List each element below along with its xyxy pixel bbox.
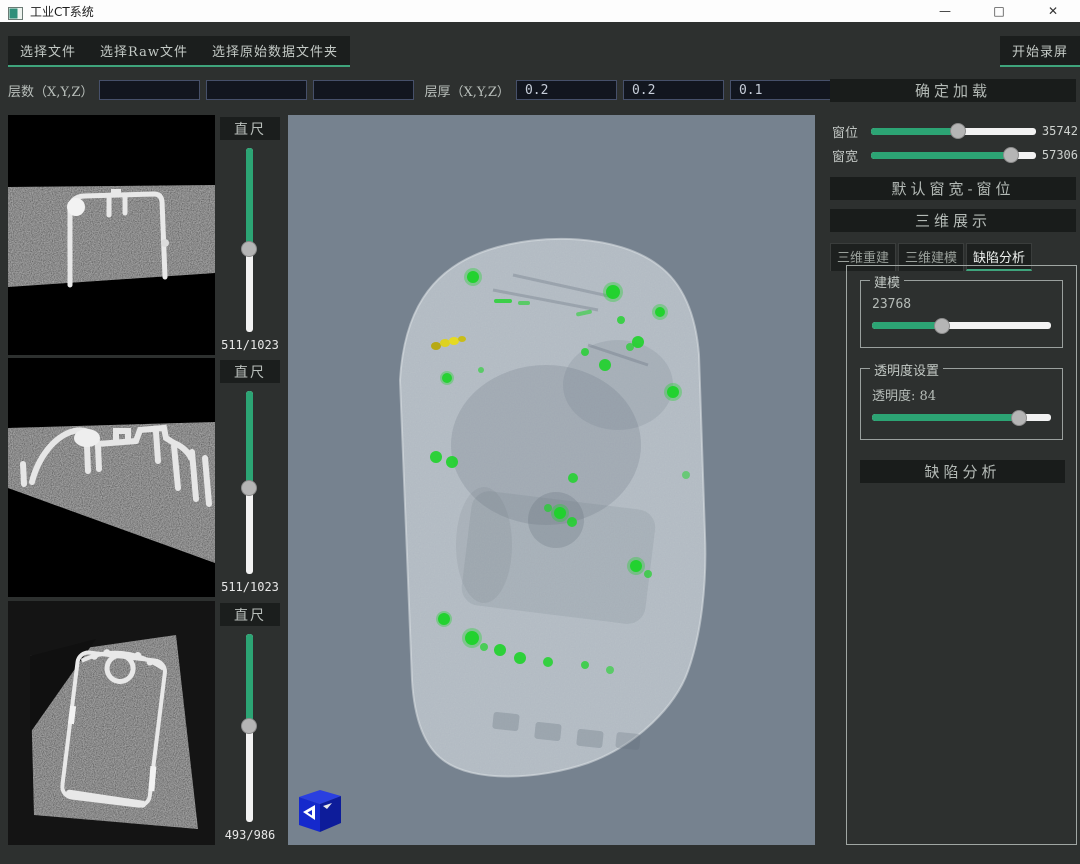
window-width-row: 窗宽 57306 — [832, 147, 1078, 163]
slice-slider-1-handle[interactable] — [241, 241, 257, 257]
window-width-slider[interactable] — [871, 152, 1036, 159]
modeling-groupbox: 建模 23768 — [860, 280, 1063, 348]
params-row: 层数（X,Y,Z） 层厚（X,Y,Z） — [8, 79, 837, 101]
thickness-y-input[interactable] — [623, 80, 724, 100]
display-3d-button[interactable]: 三维展示 — [830, 209, 1076, 232]
window-level-slider-handle[interactable] — [950, 123, 966, 139]
opacity-slider-handle[interactable] — [1011, 410, 1027, 426]
slice-slider-1-fill — [246, 148, 253, 249]
layers-x-input[interactable] — [99, 80, 200, 100]
slice-position-3: 493/986 — [225, 826, 276, 845]
confirm-load-button[interactable]: 确定加载 — [830, 79, 1076, 102]
window-width-label: 窗宽 — [832, 146, 865, 165]
window-level-slider[interactable] — [871, 128, 1036, 135]
window-width-value: 57306 — [1042, 148, 1078, 162]
opacity-group-title: 透明度设置 — [870, 360, 943, 379]
ct-slice-view-2[interactable] — [8, 358, 215, 597]
ruler-button-2[interactable]: 直尺 — [220, 360, 280, 383]
opacity-label: 透明度: 84 — [872, 385, 1051, 404]
slice-position-2: 511/1023 — [221, 578, 279, 597]
select-file-button[interactable]: 选择文件 — [8, 36, 88, 65]
ruler-button-1[interactable]: 直尺 — [220, 117, 280, 140]
ruler-button-3[interactable]: 直尺 — [220, 603, 280, 626]
thickness-label: 层厚（X,Y,Z） — [424, 81, 509, 100]
modeling-slider[interactable] — [872, 322, 1051, 329]
window-level-label: 窗位 — [832, 122, 865, 141]
start-recording-button[interactable]: 开始录屏 — [1000, 36, 1080, 65]
ct-slice-view-1[interactable] — [8, 115, 215, 355]
slice-slider-3-handle[interactable] — [241, 718, 257, 734]
slice-slider-2-handle[interactable] — [241, 480, 257, 496]
defect-analysis-pane: 建模 23768 透明度设置 透明度: 84 缺陷分析 — [846, 265, 1077, 845]
select-raw-folder-button[interactable]: 选择原始数据文件夹 — [200, 36, 350, 65]
modeling-group-title: 建模 — [870, 272, 904, 291]
slice-section-2: 直尺 511/1023 — [8, 358, 285, 597]
window-level-row: 窗位 35742 — [832, 123, 1078, 139]
minimize-button[interactable]: — — [918, 0, 972, 22]
modeling-slider-handle[interactable] — [934, 318, 950, 334]
window-title: 工业CT系统 — [30, 3, 94, 20]
file-toolbar: 选择文件 选择Raw文件 选择原始数据文件夹 — [8, 36, 350, 67]
title-bar: 工业CT系统 — □ ✕ — [0, 0, 1080, 22]
thickness-z-input[interactable] — [730, 80, 831, 100]
app-icon — [8, 5, 23, 18]
select-raw-file-button[interactable]: 选择Raw文件 — [88, 36, 200, 65]
maximize-button[interactable]: □ — [972, 0, 1026, 22]
slice-section-1: 直尺 511/1023 — [8, 115, 285, 355]
window-width-slider-handle[interactable] — [1003, 147, 1019, 163]
slice-section-3: 直尺 493/986 — [8, 601, 285, 845]
3d-viewport[interactable] — [288, 115, 815, 845]
slice-position-1: 511/1023 — [221, 336, 279, 355]
slice-slider-3[interactable] — [246, 634, 254, 822]
slice-slider-2-fill — [246, 391, 253, 488]
layers-z-input[interactable] — [313, 80, 414, 100]
modeling-value: 23768 — [872, 297, 1051, 312]
opacity-groupbox: 透明度设置 透明度: 84 — [860, 368, 1063, 440]
window-level-value: 35742 — [1042, 124, 1078, 138]
slice-slider-1[interactable] — [246, 148, 254, 332]
thickness-x-input[interactable] — [516, 80, 617, 100]
layers-y-input[interactable] — [206, 80, 307, 100]
ct-slice-view-3[interactable] — [8, 601, 215, 845]
default-ww-wl-button[interactable]: 默认窗宽-窗位 — [830, 177, 1076, 200]
layers-label: 层数（X,Y,Z） — [8, 81, 93, 100]
record-strip: 开始录屏 — [1000, 36, 1080, 67]
slice-slider-3-fill — [246, 634, 253, 726]
slice-slider-2[interactable] — [246, 391, 254, 574]
opacity-slider[interactable] — [872, 414, 1051, 421]
close-button[interactable]: ✕ — [1026, 0, 1080, 22]
defect-analysis-button[interactable]: 缺陷分析 — [860, 460, 1065, 483]
